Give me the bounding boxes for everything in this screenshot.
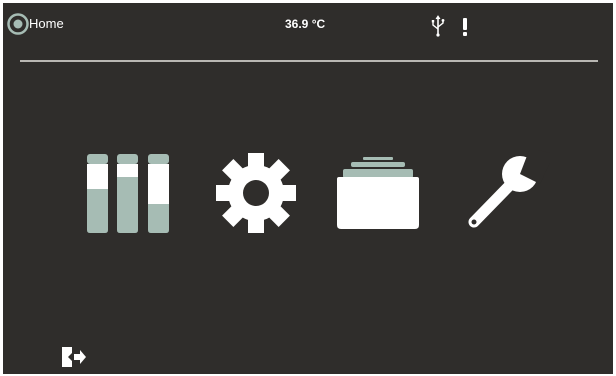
settings-button[interactable] [210, 149, 302, 237]
sample-tubes-icon [87, 154, 169, 233]
page-title: Home [29, 16, 64, 31]
samples-button[interactable] [83, 149, 173, 237]
status-bar: Home 36.9 °C [3, 3, 613, 41]
home-screen: Home 36.9 °C [3, 3, 613, 374]
exit-door-icon[interactable] [60, 345, 88, 369]
usb-icon [431, 15, 445, 37]
wrench-icon [468, 150, 550, 228]
gear-icon [216, 153, 296, 233]
service-button[interactable] [458, 150, 550, 234]
home-ring-icon[interactable] [7, 13, 29, 35]
file-drawer-icon [337, 157, 419, 229]
exclamation-icon[interactable] [460, 16, 470, 38]
header-divider [20, 60, 598, 62]
temperature-readout: 36.9 °C [285, 17, 326, 31]
files-button[interactable] [333, 153, 423, 231]
